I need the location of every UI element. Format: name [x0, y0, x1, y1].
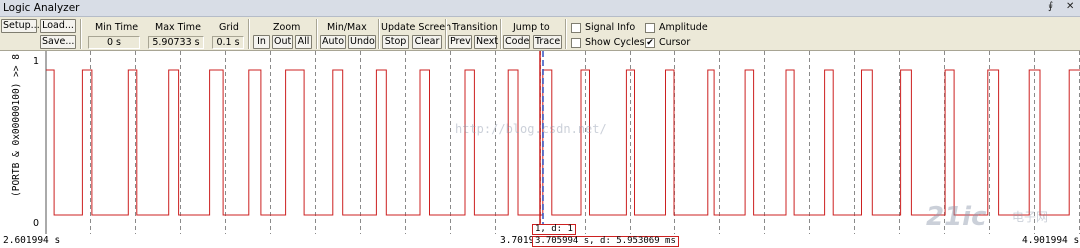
clear-button[interactable]: Clear [412, 35, 442, 49]
cursor-label: Cursor [659, 37, 691, 48]
trace-button[interactable]: Trace [533, 35, 562, 49]
separator [80, 19, 82, 49]
watermark-url: http://blog.csdn.net/ [455, 122, 607, 136]
zoom-label: Zoom [273, 22, 301, 33]
x-axis-left-label: 2.601994 s [3, 235, 61, 246]
setup-button[interactable]: Setup... [1, 19, 40, 33]
grid-label: Grid [219, 22, 239, 33]
separator [378, 19, 380, 49]
separator [445, 19, 447, 49]
signal-info-checkbox[interactable] [571, 23, 581, 33]
min-time-label: Min Time [95, 22, 139, 33]
separator [500, 19, 502, 49]
grid-value: 0.1 s [212, 36, 244, 49]
code-button[interactable]: Code [503, 35, 530, 49]
watermark-brand-sub: 电子网 [1012, 210, 1049, 224]
zoom-in-button[interactable]: In [253, 35, 270, 49]
separator [316, 19, 318, 49]
save-button[interactable]: Save... [40, 35, 76, 49]
auto-button[interactable]: Auto [320, 35, 346, 49]
undo-button[interactable]: Undo [348, 35, 376, 49]
max-time-value: 5.90733 s [148, 36, 204, 49]
watermark-brand: 21ic [926, 202, 987, 232]
separator [565, 19, 567, 49]
show-cycles-checkbox[interactable] [571, 38, 581, 48]
x-axis-right-label: 4.901994 s [1022, 235, 1080, 246]
min-time-value: 0 s [88, 36, 140, 49]
window-title: Logic Analyzer [3, 2, 80, 14]
cursor-time-box: 3.705994 s, d: 5.953069 ms [532, 236, 679, 247]
amplitude-label: Amplitude [659, 22, 708, 33]
plot-background [46, 51, 1080, 234]
separator [248, 19, 250, 49]
amplitude-checkbox[interactable] [645, 23, 655, 33]
close-icon[interactable]: ✕ [1066, 1, 1074, 12]
window-titlebar: Logic Analyzer ⨚ ✕ [0, 0, 1080, 17]
load-button[interactable]: Load... [40, 19, 76, 33]
pin-icon[interactable]: ⨚ [1048, 1, 1053, 12]
zoom-out-button[interactable]: Out [272, 35, 293, 49]
transition-label: Transition [452, 22, 498, 33]
signal-info-label: Signal Info [585, 22, 636, 33]
next-button[interactable]: Next [474, 35, 498, 49]
toolbar: Setup... Load... Save... Min Time 0 s Ma… [0, 17, 1080, 51]
show-cycles-label: Show Cycles [585, 37, 645, 48]
cursor-value-box: 1, d: 1 [532, 224, 576, 235]
cursor-checkbox[interactable]: ✔ [645, 38, 655, 48]
jump-to-label: Jump to [513, 22, 550, 33]
minmax-label: Min/Max [327, 22, 367, 33]
zoom-all-button[interactable]: All [295, 35, 312, 49]
check-mark-icon: ✔ [646, 38, 654, 48]
update-screen-label: Update Screen [381, 22, 452, 33]
stop-button[interactable]: Stop [382, 35, 409, 49]
waveform-plot[interactable] [0, 51, 1080, 235]
prev-button[interactable]: Prev [448, 35, 472, 49]
max-time-label: Max Time [155, 22, 201, 33]
